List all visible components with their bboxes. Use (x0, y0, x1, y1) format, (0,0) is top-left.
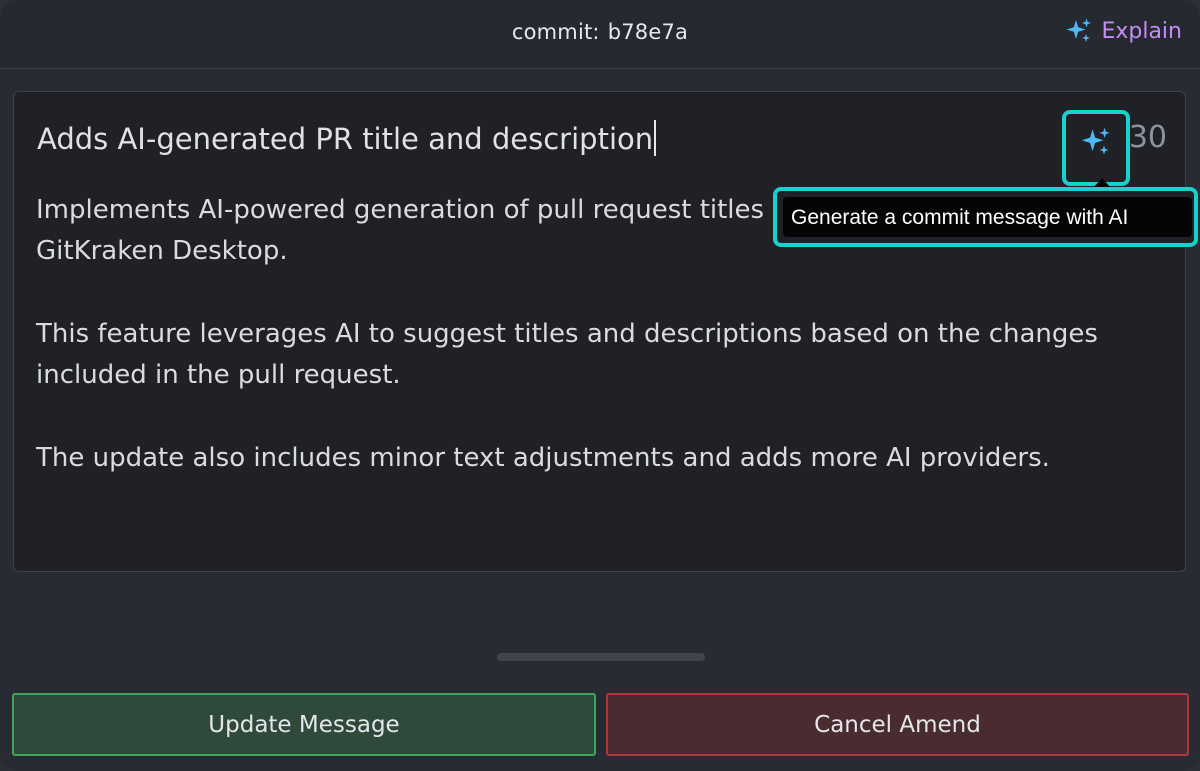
commit-info: commit: b78e7a (0, 20, 1200, 44)
char-count: 30 (1128, 120, 1167, 155)
commit-hash: b78e7a (607, 20, 689, 44)
description-paragraph: This feature leverages AI to suggest tit… (36, 319, 1098, 390)
text-caret (654, 120, 657, 156)
commit-summary-text: Adds AI-generated PR title and descripti… (37, 122, 654, 156)
generate-commit-message-button[interactable] (1062, 110, 1130, 186)
commit-summary-input[interactable]: Adds AI-generated PR title and descripti… (37, 120, 657, 156)
cancel-amend-label: Cancel Amend (814, 711, 981, 738)
header: commit: b78e7a Explain (0, 0, 1200, 69)
sparkles-icon (1081, 127, 1110, 155)
explain-button[interactable]: Explain (1065, 17, 1182, 45)
update-message-button[interactable]: Update Message (12, 693, 596, 756)
resize-handle[interactable] (497, 653, 705, 661)
tooltip-highlight: Generate a commit message with AI (773, 187, 1198, 247)
commit-amend-panel: commit: b78e7a Explain Adds AI-generated … (0, 0, 1200, 771)
description-paragraph: The update also includes minor text adju… (36, 443, 1050, 473)
cancel-amend-button[interactable]: Cancel Amend (606, 693, 1189, 756)
sparkles-icon (1066, 18, 1092, 42)
commit-label: commit: (511, 20, 600, 44)
update-message-label: Update Message (208, 711, 400, 738)
tooltip: Generate a commit message with AI (783, 197, 1192, 237)
explain-label: Explain (1101, 18, 1182, 44)
commit-message-editor[interactable]: Adds AI-generated PR title and descripti… (13, 91, 1186, 572)
